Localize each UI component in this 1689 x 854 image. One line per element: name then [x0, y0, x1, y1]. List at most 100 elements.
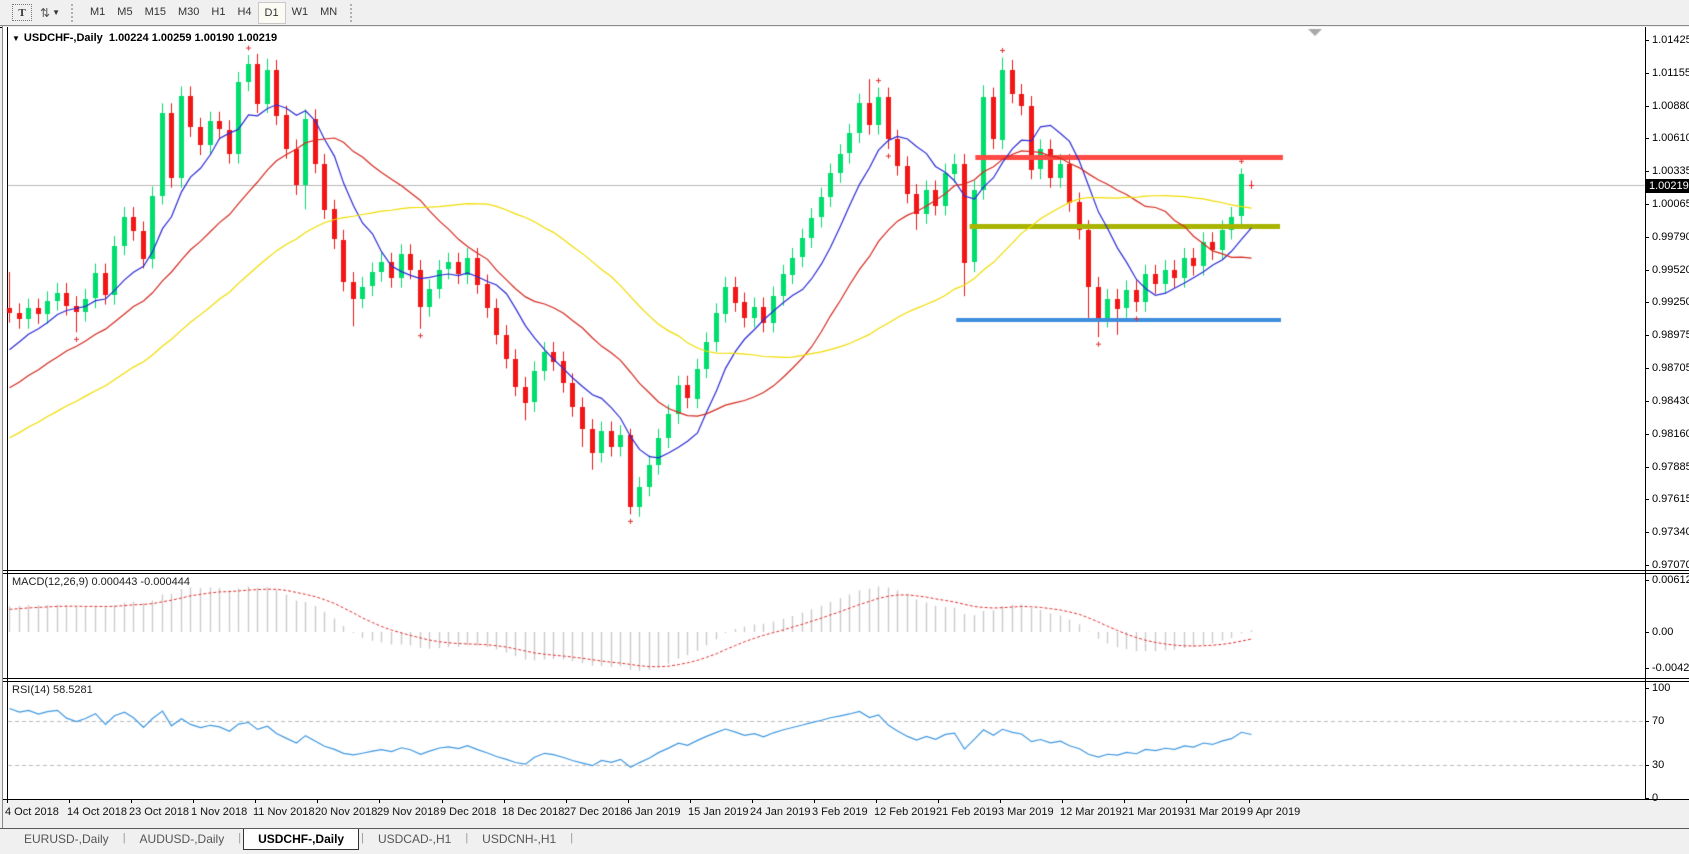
date-axis-label: 3 Feb 2019	[812, 806, 868, 818]
price-axis-label: 0.98705	[1652, 362, 1689, 374]
top-toolbar: T ⇅ ▼ M1M5M15M30H1H4D1W1MN	[0, 0, 1689, 25]
price-axis-tick	[1645, 467, 1649, 468]
date-axis-label: 6 Jan 2019	[626, 806, 680, 818]
price-axis-tick	[1645, 335, 1649, 336]
price-axis-label: 1.00610	[1652, 132, 1689, 144]
tabs: EURUSD-,Daily|AUDUSD-,Daily|USDCHF-,Dail…	[12, 829, 575, 850]
rsi-axis-tick	[1645, 765, 1649, 766]
text-tool-icon: T	[12, 4, 32, 21]
timeframe-button-m5[interactable]: M5	[111, 2, 138, 22]
chart-dropdown-icon: ▼	[12, 34, 20, 43]
date-axis-tick	[938, 799, 939, 803]
macd-axis-tick	[1645, 632, 1649, 633]
price-axis-tick	[1645, 138, 1649, 139]
timeframe-button-h4[interactable]: H4	[231, 2, 257, 22]
price-axis-tick	[1645, 532, 1649, 533]
tab-separator: |	[463, 829, 470, 850]
date-axis-tick	[193, 799, 194, 803]
date-axis-tick	[1000, 799, 1001, 803]
price-axis-tick	[1645, 171, 1649, 172]
price-axis-label: 1.00880	[1652, 100, 1689, 112]
date-axis-label: 11 Nov 2018	[253, 806, 315, 818]
price-axis-tick	[1645, 368, 1649, 369]
date-axis-label: 31 Mar 2019	[1184, 806, 1246, 818]
tab-separator: |	[121, 829, 128, 850]
tab-separator: |	[359, 829, 366, 850]
toolbar-grip	[350, 4, 356, 22]
date-axis-tick	[1124, 799, 1125, 803]
cursor-mode-button[interactable]: ⇅ ▼	[37, 3, 63, 23]
tab-usdchf-daily[interactable]: USDCHF-,Daily	[243, 829, 359, 850]
price-axis-label: 0.97070	[1652, 559, 1689, 571]
rsi-axis-label: 30	[1652, 759, 1664, 771]
price-axis-tick	[1645, 302, 1649, 303]
date-axis-tick	[1062, 799, 1063, 803]
date-axis-tick	[131, 799, 132, 803]
date-axis-tick	[814, 799, 815, 803]
date-axis-tick	[69, 799, 70, 803]
rsi-axis-label: 100	[1652, 682, 1670, 694]
panel-separator[interactable]	[3, 681, 1689, 682]
tab-audusd-daily[interactable]: AUDUSD-,Daily	[128, 829, 237, 850]
chart-background	[3, 27, 1689, 799]
price-axis-tick	[1645, 106, 1649, 107]
price-axis-label: 0.97885	[1652, 461, 1689, 473]
window-border-left	[2, 25, 3, 828]
text-tool-button[interactable]: T	[9, 3, 35, 23]
date-axis-tick	[628, 799, 629, 803]
timeframe-button-h1[interactable]: H1	[205, 2, 231, 22]
rsi-axis-label: 0	[1652, 792, 1658, 804]
chart-title[interactable]: ▼USDCHF-,Daily 1.00224 1.00259 1.00190 1…	[12, 32, 277, 44]
date-axis-label: 21 Mar 2019	[1122, 806, 1184, 818]
timeframe-button-m30[interactable]: M30	[172, 2, 205, 22]
macd-axis-label: -0.00425	[1652, 662, 1689, 674]
date-axis-label: 9 Dec 2018	[440, 806, 496, 818]
tab-usdcnh-h1[interactable]: USDCNH-,H1	[470, 829, 568, 850]
date-axis-tick	[379, 799, 380, 803]
date-axis-tick	[566, 799, 567, 803]
date-axis-tick	[7, 799, 8, 803]
panel-separator[interactable]	[3, 570, 1689, 571]
price-axis-line	[1645, 27, 1646, 800]
price-axis-tick	[1645, 237, 1649, 238]
date-axis-tick	[690, 799, 691, 803]
macd-axis-label: 0.00	[1652, 626, 1673, 638]
date-axis-label: 23 Oct 2018	[129, 806, 189, 818]
date-axis-label: 18 Dec 2018	[502, 806, 564, 818]
rsi-axis-label: 70	[1652, 715, 1664, 727]
timeframe-button-w1[interactable]: W1	[286, 2, 315, 22]
chart-frame-left	[7, 27, 8, 800]
date-axis-label: 4 Oct 2018	[5, 806, 59, 818]
price-axis-tick	[1645, 270, 1649, 271]
timeframe-button-m1[interactable]: M1	[84, 2, 111, 22]
timeframe-button-d1[interactable]: D1	[258, 2, 286, 24]
chevron-down-icon: ▼	[52, 8, 60, 17]
tab-separator: |	[236, 829, 243, 850]
rsi-value: 58.5281	[53, 684, 93, 696]
price-axis-label: 0.98430	[1652, 395, 1689, 407]
tab-eurusd-daily[interactable]: EURUSD-,Daily	[12, 829, 121, 850]
macd-axis-label: 0.006125	[1652, 574, 1689, 586]
date-axis-label: 29 Nov 2018	[377, 806, 439, 818]
timeframe-button-m15[interactable]: M15	[139, 2, 172, 22]
panel-separator[interactable]	[3, 678, 1689, 679]
price-axis-tick	[1645, 434, 1649, 435]
date-axis-tick	[442, 799, 443, 803]
tab-usdcad-h1[interactable]: USDCAD-,H1	[366, 829, 463, 850]
macd-axis-tick	[1645, 580, 1649, 581]
panel-separator[interactable]	[3, 573, 1689, 574]
price-axis-tick	[1645, 204, 1649, 205]
price-axis-label: 1.01155	[1652, 67, 1689, 79]
price-axis-label: 1.00335	[1652, 165, 1689, 177]
timeframe-button-mn[interactable]: MN	[314, 2, 343, 22]
tab-separator: |	[568, 829, 575, 850]
date-axis-label: 12 Feb 2019	[874, 806, 936, 818]
arrows-icon: ⇅	[40, 6, 49, 20]
date-axis-label: 27 Dec 2018	[564, 806, 626, 818]
macd-indicator-label: MACD(12,26,9) 0.000443 -0.000444	[12, 576, 190, 588]
date-axis-label: 14 Oct 2018	[67, 806, 127, 818]
rsi-axis-tick	[1645, 798, 1649, 799]
date-axis-tick	[317, 799, 318, 803]
date-axis-tick	[752, 799, 753, 803]
chart-symbol-label: USDCHF-,Daily	[24, 32, 103, 44]
